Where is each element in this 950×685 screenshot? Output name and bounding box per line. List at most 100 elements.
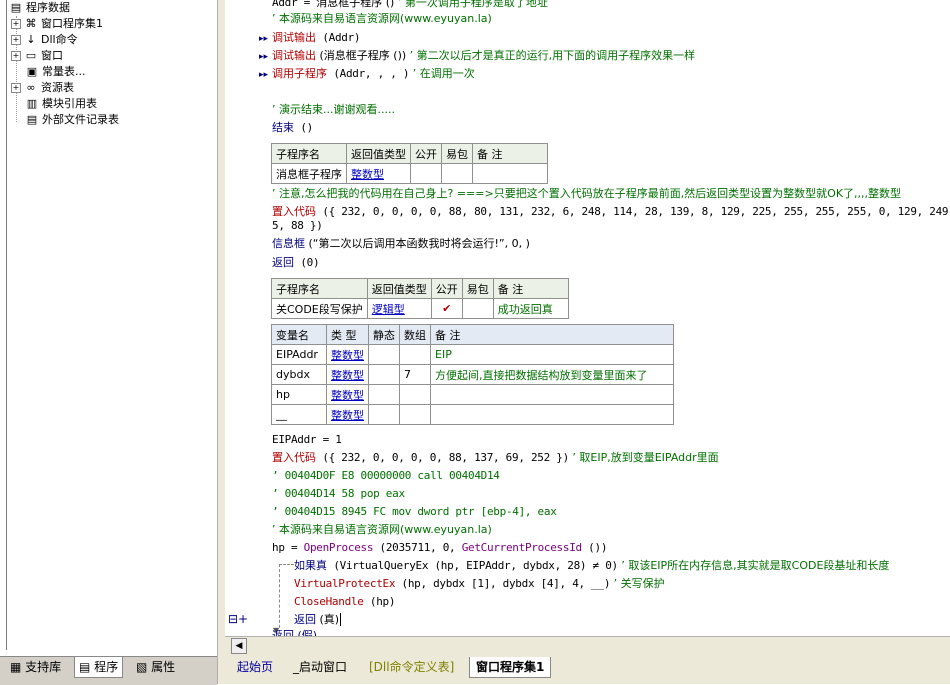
variable-type-cell[interactable]: 整数型 (326, 344, 369, 365)
code-line[interactable]: 如果真 (VirtualQueryEx (hp, EIPAddr, dybdx,… (294, 558, 889, 574)
remark-cell[interactable]: 成功返回真 (492, 298, 569, 319)
tree-item-resources[interactable]: + ∞ 资源表 (11, 80, 74, 96)
comment-line[interactable]: ’ 00404D14 58 pop eax (272, 486, 405, 502)
variable-type-cell[interactable]: 整数型 (326, 404, 369, 425)
remark-cell[interactable]: EIP (430, 344, 674, 365)
code-line[interactable]: 信息框 (“第二次以后调用本函数我时将会运行!”, 0, ) (272, 236, 530, 252)
static-cell[interactable] (368, 384, 400, 405)
remark-cell[interactable] (430, 384, 674, 405)
scroll-left-button[interactable]: ◀ (231, 638, 247, 654)
code-line[interactable]: 调试输出 (消息框子程序 ()) ’ 第二次以后才是真正的运行,用下面的调用子程… (272, 48, 695, 64)
code-line[interactable]: 调用子程序 (Addr, , , ) ’ 在调用一次 (272, 66, 475, 82)
array-cell[interactable] (399, 344, 431, 365)
code-line[interactable]: 返回 (假) (272, 628, 317, 636)
public-checkmark-icon[interactable]: ✔ (430, 298, 463, 319)
code-line-current[interactable]: 返回 (真)​ (294, 612, 341, 628)
easy-package-cell[interactable] (461, 298, 494, 319)
text-cursor: ​ (340, 613, 341, 626)
left-panel-tabs: ▦ 支持库 ▤ 程序 ▧ 属性 (0, 656, 217, 685)
variable-type-cell[interactable]: 整数型 (326, 364, 369, 385)
variable-type-cell[interactable]: 整数型 (326, 384, 369, 405)
column-header: 备 注 (472, 143, 548, 164)
tab-window-program-set[interactable]: 窗口程序集1 (469, 657, 552, 678)
column-header: 返回值类型 (346, 143, 411, 164)
comment-line[interactable]: ’ 演示结束...谢谢观看..... (272, 102, 395, 118)
variable-name-cell[interactable]: hp (271, 384, 327, 405)
subroutine-table: 子程序名 返回值类型 公开 易包 备 注 消息框子程序 整数型 (271, 143, 548, 184)
expand-icon[interactable]: + (11, 35, 21, 45)
module-icon: ▥ (26, 97, 38, 110)
call-arrow-icon: ▸▸ (259, 34, 269, 44)
tree-item-external-files[interactable]: ▤ 外部文件记录表 (25, 112, 119, 128)
comment-line[interactable]: ’ 00404D15 8945 FC mov dword ptr [ebp-4]… (272, 504, 557, 520)
editor-gutter (225, 0, 257, 636)
return-type-cell[interactable]: 整数型 (346, 163, 411, 184)
variable-name-cell[interactable]: __ (271, 404, 327, 425)
column-header: 静态 (368, 324, 400, 345)
code-line[interactable]: 返回 (0) (272, 255, 320, 271)
expand-icon[interactable]: + (11, 83, 21, 93)
remark-cell[interactable] (472, 163, 548, 184)
return-type-cell[interactable]: 逻辑型 (366, 298, 432, 319)
tree-root[interactable]: ▤ 程序数据 (9, 0, 70, 16)
code-line[interactable]: CloseHandle (hp) (294, 594, 395, 610)
tab-startup-window[interactable]: _启动窗口 (287, 657, 353, 677)
expand-icon[interactable]: + (11, 19, 21, 29)
array-cell[interactable] (399, 384, 431, 405)
comment-line[interactable]: ’ 00404D0F E8 00000000 call 00404D14 (272, 468, 500, 484)
tab-program[interactable]: ▤ 程序 (74, 657, 124, 678)
flow-line (279, 564, 294, 633)
array-cell[interactable]: 7 (399, 364, 431, 385)
static-cell[interactable] (368, 364, 400, 385)
column-header: 公开 (410, 143, 442, 164)
tab-properties[interactable]: ▧ 属性 (132, 657, 179, 677)
column-header: 数组 (399, 324, 431, 345)
tree-item-constants[interactable]: ▣ 常量表... (25, 64, 86, 80)
variable-name-cell[interactable]: EIPAddr (271, 344, 327, 365)
code-line[interactable]: Addr = 消息框子程序 () ’ 第一次调用子程序是取了地址 (272, 0, 548, 11)
column-header: 公开 (430, 278, 463, 299)
array-cell[interactable] (399, 404, 431, 425)
code-line[interactable]: EIPAddr = 1 (272, 432, 342, 448)
easy-package-cell[interactable] (441, 163, 473, 184)
tree-item-window-program-set[interactable]: + ⌘ 窗口程序集1 (11, 16, 103, 32)
column-header: 子程序名 (271, 143, 347, 164)
static-cell[interactable] (368, 344, 400, 365)
tab-dll-command-table[interactable]: [Dll命令定义表] (363, 657, 460, 677)
code-line[interactable]: VirtualProtectEx (hp, dybdx [1], dybdx [… (294, 576, 665, 592)
tab-start-page[interactable]: 起始页 (231, 657, 279, 677)
horizontal-scrollbar[interactable]: ◀ (225, 636, 950, 655)
code-fold-icon[interactable]: ⊟+ (228, 612, 248, 626)
window-icon: ▭ (25, 49, 37, 62)
column-header: 变量名 (271, 324, 327, 345)
tab-support-library[interactable]: ▦ 支持库 (6, 657, 65, 677)
file-icon: ▤ (26, 113, 38, 126)
static-cell[interactable] (368, 404, 400, 425)
program-set-icon: ⌘ (25, 17, 37, 30)
expand-icon[interactable]: + (11, 51, 21, 61)
tree-item-window[interactable]: + ▭ 窗口 (11, 48, 63, 64)
tree-item-module-refs[interactable]: ▥ 模块引用表 (25, 96, 97, 112)
code-line-continuation[interactable]: 5, 88 }) (272, 218, 323, 234)
resource-icon: ∞ (26, 81, 36, 94)
code-line[interactable]: 调试输出 (Addr) (272, 30, 361, 46)
comment-line[interactable]: ’ 本源码来自易语言资源网(www.eyuyan.la) (272, 522, 492, 538)
code-editor[interactable]: Addr = 消息框子程序 () ’ 第一次调用子程序是取了地址 ’ 本源码来自… (225, 0, 950, 636)
column-header: 备 注 (430, 324, 674, 345)
code-line[interactable]: 置入代码 ({ 232, 0, 0, 0, 0, 88, 137, 69, 25… (272, 450, 719, 466)
column-header: 类 型 (326, 324, 369, 345)
code-line[interactable]: hp = OpenProcess (2035711, 0, GetCurrent… (272, 540, 607, 556)
remark-cell[interactable] (430, 404, 674, 425)
remark-cell[interactable]: 方便起间,直接把数据结构放到变量里面来了 (430, 364, 674, 385)
dll-icon: ↓ (26, 33, 36, 46)
code-line[interactable]: 结束 () (272, 120, 313, 136)
comment-line[interactable]: ’ 本源码来自易语言资源网(www.eyuyan.la) (272, 11, 492, 27)
tree-item-dll-commands[interactable]: + ↓ Dll命令 (11, 32, 78, 48)
program-icon: ▤ (79, 660, 91, 674)
variable-name-cell[interactable]: dybdx (271, 364, 327, 385)
public-cell[interactable] (410, 163, 442, 184)
subroutine-name-cell[interactable]: 关CODE段写保护 (271, 298, 368, 319)
subroutine-name-cell[interactable]: 消息框子程序 (271, 163, 347, 184)
comment-line[interactable]: ’ 注意,怎么把我的代码用在自己身上? ===>只要把这个置入代码放在子程序最前… (272, 186, 901, 202)
code-line[interactable]: 置入代码 ({ 232, 0, 0, 0, 0, 88, 80, 131, 23… (272, 204, 950, 220)
